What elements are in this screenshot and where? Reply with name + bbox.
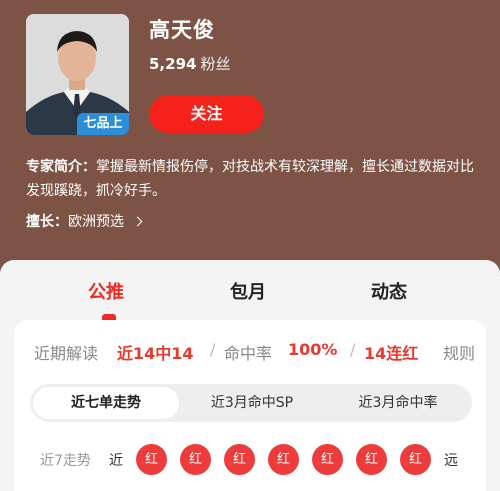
expert-header: 七品上 高天俊 5,294 粉丝 关注 专家简介：掌握最新情报伤停，对技战术有较深… [0, 0, 500, 300]
expert-name: 高天俊 [149, 18, 215, 42]
specialty-row[interactable]: 擅长：欧洲预选 [26, 212, 143, 232]
divider: / [350, 340, 356, 359]
tab-gongtui[interactable]: 公推 [88, 278, 124, 304]
fans-unit: 粉丝 [200, 55, 231, 73]
follow-button[interactable]: 关注 [149, 95, 264, 133]
result-dot: 红 [356, 444, 387, 475]
content-panel: 公推 包月 动态 近期解读 近14中14 / 命中率 100% / 14连红 规… [0, 260, 500, 491]
result-dot: 红 [180, 444, 211, 475]
result-dot: 红 [400, 444, 431, 475]
result-dot: 红 [224, 444, 255, 475]
trend-label: 近7走势 [40, 453, 91, 469]
divider: / [210, 340, 216, 359]
specialty-value: 欧洲预选 [68, 214, 124, 230]
rules-link[interactable]: 规则 [443, 340, 475, 364]
trend-far-label: 远 [444, 453, 458, 469]
tab-baoyue[interactable]: 包月 [230, 278, 266, 304]
chevron-right-icon [132, 216, 143, 227]
specialty-label: 擅长： [26, 214, 68, 230]
result-dot: 红 [312, 444, 343, 475]
rank-badge: 七品上 [77, 113, 129, 135]
hit-rate-label: 命中率 [224, 344, 273, 363]
record-card: 近期解读 近14中14 / 命中率 100% / 14连红 规则 近七单走势 近… [14, 320, 486, 491]
trend-near-label: 近 [109, 453, 123, 469]
segment-3month-sp[interactable]: 近3月命中SP [179, 387, 325, 419]
stats-row: 近期解读 近14中14 / 命中率 100% / 14连红 规则 [34, 340, 475, 364]
streak-value: 14连红 [364, 344, 419, 363]
tab-dongtai[interactable]: 动态 [371, 278, 407, 304]
avatar[interactable]: 七品上 [26, 14, 129, 135]
trend-row: 近7走势 近 红 红 红 红 红 红 红 远 [14, 438, 486, 478]
fans-number: 5,294 [149, 55, 197, 73]
segment-recent-seven[interactable]: 近七单走势 [33, 387, 179, 419]
hit-rate-value: 100% [288, 340, 338, 359]
trend-segmented-control: 近七单走势 近3月命中SP 近3月命中率 [30, 384, 472, 422]
fans-count: 5,294 粉丝 [149, 53, 230, 74]
expert-intro: 专家简介：掌握最新情报伤停，对技战术有较深理解，擅长通过数据对比发现蹊跷，抓冷好… [26, 155, 478, 203]
recent-label: 近期解读 [34, 344, 99, 363]
result-dot: 红 [136, 444, 167, 475]
intro-label: 专家简介： [26, 159, 96, 175]
result-dot: 红 [268, 444, 299, 475]
segment-3month-rate[interactable]: 近3月命中率 [325, 387, 471, 419]
recent-value: 近14中14 [117, 344, 194, 363]
